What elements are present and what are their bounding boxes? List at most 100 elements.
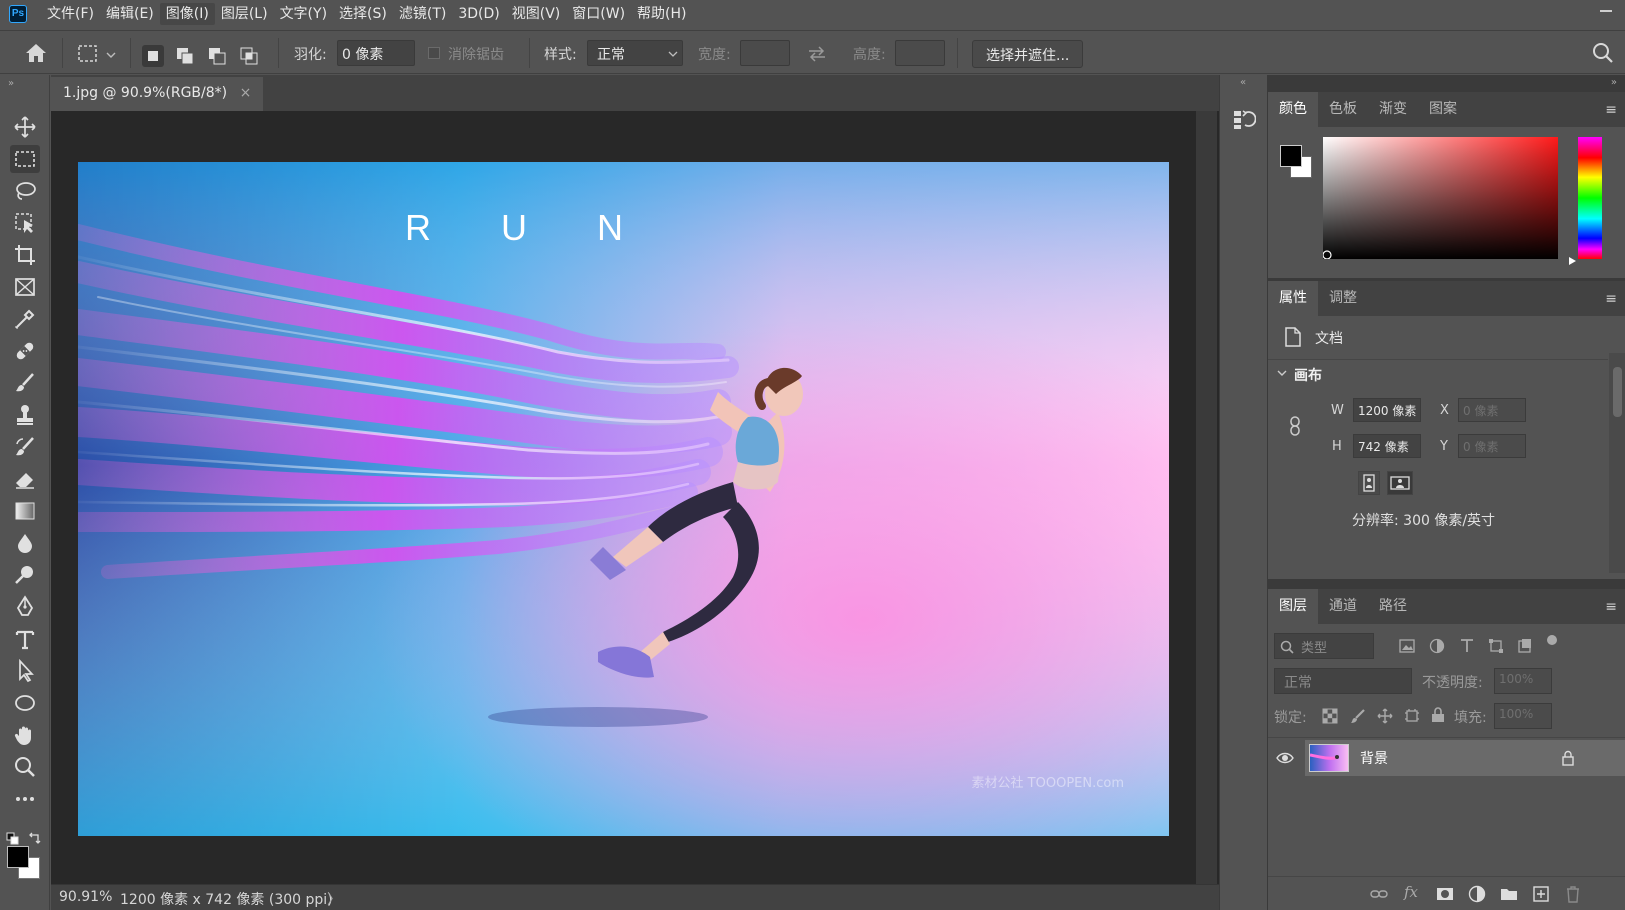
- tab-adjustments[interactable]: 调整: [1318, 281, 1368, 316]
- hue-slider-handle-icon[interactable]: [1568, 255, 1578, 270]
- collapse-dock-icon[interactable]: »: [1611, 77, 1617, 88]
- hue-slider[interactable]: [1578, 137, 1602, 259]
- style-select[interactable]: 正常: [587, 40, 683, 66]
- ellipse-tool-icon[interactable]: [10, 689, 40, 717]
- layer-row[interactable]: 背景: [1305, 740, 1625, 776]
- intersect-selection-icon[interactable]: [238, 45, 260, 67]
- width-input[interactable]: [740, 40, 790, 66]
- feather-input[interactable]: 0 像素: [337, 40, 415, 66]
- image-canvas[interactable]: R U N 素材公社 TOOOPEN.com: [78, 162, 1169, 836]
- portrait-orientation-icon[interactable]: [1358, 471, 1380, 495]
- canvas-x-input[interactable]: 0 像素: [1458, 398, 1526, 422]
- menu-layer[interactable]: 图层(L): [215, 3, 274, 25]
- menu-3d[interactable]: 3D(D): [452, 3, 505, 25]
- lock-artboard-icon[interactable]: [1404, 708, 1420, 728]
- gradient-tool-icon[interactable]: [10, 497, 40, 525]
- filter-pixel-layer-icon[interactable]: [1399, 638, 1415, 658]
- new-group-icon[interactable]: [1500, 886, 1518, 906]
- menu-select[interactable]: 选择(S): [333, 3, 393, 25]
- minimize-window-button[interactable]: [1599, 3, 1613, 21]
- layer-visibility-toggle[interactable]: [1268, 740, 1302, 776]
- marquee-preset-icon[interactable]: [76, 43, 124, 69]
- healing-brush-tool-icon[interactable]: [10, 337, 40, 365]
- tab-gradients[interactable]: 渐变: [1368, 92, 1418, 127]
- swap-width-height-icon[interactable]: [806, 45, 828, 67]
- pen-tool-icon[interactable]: [10, 593, 40, 621]
- path-selection-tool-icon[interactable]: [10, 657, 40, 685]
- properties-scrollbar[interactable]: [1609, 353, 1625, 573]
- rectangular-marquee-tool-icon[interactable]: [10, 145, 40, 173]
- lock-position-icon[interactable]: [1377, 708, 1393, 728]
- new-selection-icon[interactable]: [142, 45, 164, 67]
- clone-stamp-tool-icon[interactable]: [10, 401, 40, 429]
- menu-type[interactable]: 文字(Y): [274, 3, 333, 25]
- canvas-section-toggle[interactable]: [1276, 367, 1288, 383]
- height-input[interactable]: [895, 40, 945, 66]
- status-menu-arrow-icon[interactable]: 〉: [327, 889, 341, 909]
- properties-panel-menu-icon[interactable]: ≡: [1605, 291, 1617, 307]
- layers-panel-menu-icon[interactable]: ≡: [1605, 599, 1617, 615]
- tab-swatches[interactable]: 色板: [1318, 92, 1368, 127]
- object-selection-tool-icon[interactable]: [10, 209, 40, 237]
- hand-tool-icon[interactable]: [10, 721, 40, 749]
- filter-type-layer-icon[interactable]: [1459, 638, 1475, 658]
- add-to-selection-icon[interactable]: [174, 45, 196, 67]
- lock-all-icon[interactable]: [1430, 707, 1446, 727]
- color-panel-foreground-swatch[interactable]: [1280, 145, 1302, 167]
- home-icon[interactable]: [24, 42, 48, 68]
- tab-channels[interactable]: 通道: [1318, 589, 1368, 624]
- landscape-orientation-icon[interactable]: [1387, 471, 1413, 495]
- menu-help[interactable]: 帮助(H): [631, 3, 692, 25]
- close-tab-icon[interactable]: ×: [240, 85, 252, 101]
- properties-scrollbar-thumb[interactable]: [1613, 367, 1622, 417]
- filter-toggle-icon[interactable]: [1547, 635, 1557, 645]
- history-panel-icon[interactable]: [1232, 107, 1257, 135]
- blur-tool-icon[interactable]: [10, 529, 40, 557]
- filter-shape-layer-icon[interactable]: [1488, 638, 1504, 658]
- new-layer-icon[interactable]: [1532, 885, 1550, 907]
- tab-layers[interactable]: 图层: [1268, 589, 1318, 624]
- eyedropper-tool-icon[interactable]: [10, 305, 40, 333]
- opacity-input[interactable]: 100%: [1494, 668, 1552, 694]
- menu-file[interactable]: 文件(F): [41, 3, 100, 25]
- eraser-tool-icon[interactable]: [10, 465, 40, 493]
- dodge-tool-icon[interactable]: [10, 561, 40, 589]
- zoom-tool-icon[interactable]: [10, 753, 40, 781]
- lock-transparent-pixels-icon[interactable]: [1322, 708, 1338, 728]
- color-field[interactable]: [1322, 137, 1558, 260]
- search-icon[interactable]: [1592, 42, 1614, 68]
- subtract-from-selection-icon[interactable]: [206, 45, 228, 67]
- canvas-width-input[interactable]: 1200 像素: [1353, 398, 1421, 422]
- document-tab[interactable]: 1.jpg @ 90.9%(RGB/8*) ×: [51, 77, 264, 111]
- lock-image-pixels-icon[interactable]: [1350, 708, 1366, 728]
- menu-filter[interactable]: 滤镜(T): [393, 3, 452, 25]
- menu-view[interactable]: 视图(V): [506, 3, 567, 25]
- add-layer-mask-icon[interactable]: [1436, 886, 1454, 906]
- blend-mode-select[interactable]: 正常: [1274, 668, 1412, 694]
- history-brush-tool-icon[interactable]: [10, 433, 40, 461]
- tab-patterns[interactable]: 图案: [1418, 92, 1468, 127]
- collapse-toolbar-icon[interactable]: »: [8, 78, 14, 89]
- layer-effects-icon[interactable]: fx: [1404, 883, 1418, 901]
- tab-color[interactable]: 颜色: [1268, 92, 1318, 127]
- type-tool-icon[interactable]: [10, 625, 40, 653]
- filter-adjustment-layer-icon[interactable]: [1429, 638, 1445, 658]
- swap-colors-icon[interactable]: [28, 831, 42, 849]
- menu-window[interactable]: 窗口(W): [566, 3, 631, 25]
- delete-layer-icon[interactable]: [1564, 885, 1582, 907]
- crop-tool-icon[interactable]: [10, 241, 40, 269]
- vertical-scrollbar[interactable]: [1196, 111, 1217, 884]
- link-layers-icon[interactable]: [1370, 886, 1388, 906]
- filter-smart-object-icon[interactable]: [1517, 638, 1533, 658]
- brush-tool-icon[interactable]: [10, 369, 40, 397]
- link-dimensions-icon[interactable]: [1288, 416, 1302, 440]
- zoom-level[interactable]: 90.91%: [59, 889, 112, 905]
- expand-strip-icon[interactable]: «: [1240, 77, 1246, 88]
- select-and-mask-button[interactable]: 选择并遮住...: [972, 40, 1084, 68]
- color-panel-menu-icon[interactable]: ≡: [1605, 102, 1617, 118]
- canvas-height-input[interactable]: 742 像素: [1353, 434, 1421, 458]
- menu-edit[interactable]: 编辑(E): [100, 3, 160, 25]
- foreground-color-swatch[interactable]: [7, 846, 29, 868]
- more-tools-icon[interactable]: [10, 785, 40, 813]
- canvas-y-input[interactable]: 0 像素: [1458, 434, 1526, 458]
